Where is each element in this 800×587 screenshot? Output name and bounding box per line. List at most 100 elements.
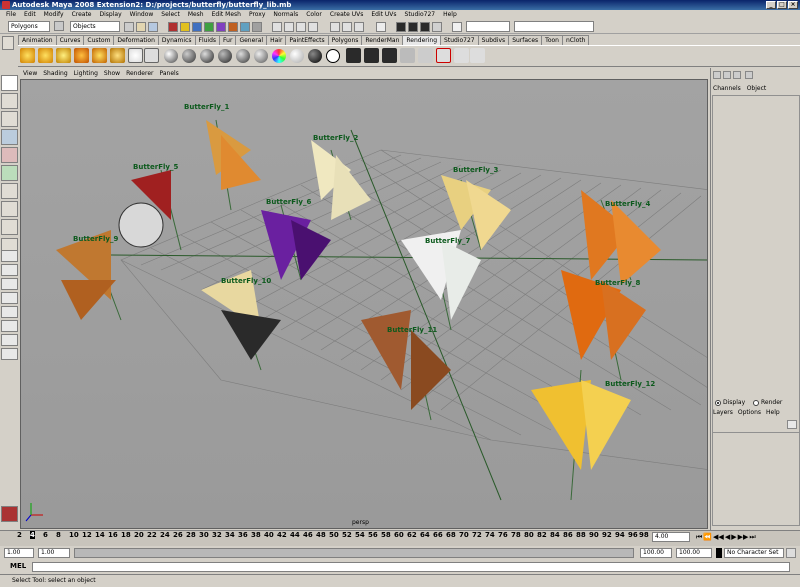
menu-mesh[interactable]: Mesh xyxy=(184,10,208,20)
butterfly-5[interactable] xyxy=(118,169,182,251)
butterfly-10[interactable] xyxy=(201,270,281,371)
panel-menu-renderer[interactable]: Renderer xyxy=(123,68,156,79)
butterfly-2[interactable] xyxy=(311,140,371,221)
shelf-tab-rendering[interactable]: Rendering xyxy=(402,35,442,45)
menu-create-uvs[interactable]: Create UVs xyxy=(326,10,367,20)
use-background-icon[interactable] xyxy=(308,49,322,63)
paint-canvas-icon[interactable] xyxy=(470,48,485,63)
shelf-tab-ncloth[interactable]: nCloth xyxy=(561,35,590,45)
shelf-tab-dynamics[interactable]: Dynamics xyxy=(157,35,196,45)
animation-start-field[interactable]: 1.00 xyxy=(4,548,34,558)
step-back-icon[interactable]: ⏪ xyxy=(703,533,712,542)
material-phonge-icon[interactable] xyxy=(218,49,232,63)
shelf-menu-icon[interactable] xyxy=(2,36,14,50)
light-spot-icon[interactable] xyxy=(20,48,35,63)
channel-options-icon[interactable] xyxy=(745,71,753,79)
shelf-tab-subdivs[interactable]: Subdivs xyxy=(477,35,510,45)
ipr-icon[interactable] xyxy=(364,48,379,63)
layout-dopesheet-icon[interactable] xyxy=(1,348,18,360)
attribute-editor-toggle-icon[interactable] xyxy=(723,71,731,79)
playback-end-field[interactable]: 100.00 xyxy=(640,548,672,558)
butterfly-12[interactable] xyxy=(531,369,631,501)
light-area-icon[interactable] xyxy=(74,48,89,63)
soft-modification-icon[interactable] xyxy=(1,201,18,217)
construction-history-icon[interactable] xyxy=(376,22,386,32)
layout-four-icon[interactable] xyxy=(1,264,18,276)
menu-file[interactable]: File xyxy=(2,10,20,20)
mask-curves-icon[interactable] xyxy=(192,22,202,32)
mode-select[interactable]: Polygons xyxy=(8,21,50,32)
layer-menu-help[interactable]: Help xyxy=(766,409,780,416)
radio-display[interactable] xyxy=(715,399,721,406)
render-layer-icon[interactable] xyxy=(400,48,415,63)
animation-end-field[interactable]: 100.00 xyxy=(676,548,712,558)
shelf-tab-painteffects[interactable]: PaintEffects xyxy=(285,35,329,45)
paint-select-tool-icon[interactable] xyxy=(1,111,18,127)
panel-menu-panels[interactable]: Panels xyxy=(156,68,181,79)
go-to-start-icon[interactable]: ⏮ xyxy=(696,533,702,542)
select-tool-icon[interactable] xyxy=(1,75,18,91)
select-by-component-icon[interactable] xyxy=(148,22,158,32)
menu-create[interactable]: Create xyxy=(68,10,96,20)
shelf-tab-general[interactable]: General xyxy=(235,35,268,45)
mask-surfaces-icon[interactable] xyxy=(204,22,214,32)
key-icon[interactable] xyxy=(786,548,796,558)
panel-menu-view[interactable]: View xyxy=(20,68,40,79)
close-button[interactable]: × xyxy=(788,1,798,9)
surface-shader-icon[interactable] xyxy=(290,49,304,63)
menu-normals[interactable]: Normals xyxy=(269,10,302,20)
menu-edit-uvs[interactable]: Edit UVs xyxy=(367,10,400,20)
render-view-icon[interactable] xyxy=(396,22,406,32)
hypershade-icon[interactable] xyxy=(144,48,159,63)
menu-modify[interactable]: Modify xyxy=(40,10,68,20)
light-volume-icon[interactable] xyxy=(110,48,125,63)
channel-box[interactable] xyxy=(712,95,800,450)
menu-color[interactable]: Color xyxy=(302,10,326,20)
panel-menu-lighting[interactable]: Lighting xyxy=(71,68,101,79)
play-backward-icon[interactable]: ◀ xyxy=(725,533,730,542)
new-scene-icon[interactable] xyxy=(54,21,64,31)
layer-menu-options[interactable]: Options xyxy=(738,409,761,416)
new-layer-icon[interactable] xyxy=(787,420,797,429)
menu-select[interactable]: Select xyxy=(157,10,184,20)
panel-menu-show[interactable]: Show xyxy=(101,68,123,79)
mel-label[interactable]: MEL xyxy=(10,562,26,570)
shader-library-icon[interactable] xyxy=(454,48,469,63)
menu-edit[interactable]: Edit xyxy=(20,10,40,20)
history-icon[interactable] xyxy=(330,22,340,32)
shelf-tab-studio727[interactable]: Studio727 xyxy=(440,35,479,45)
snap-view-plane-icon[interactable] xyxy=(308,22,318,32)
material-lambert-icon[interactable] xyxy=(182,49,196,63)
layout-persp-outliner-icon[interactable] xyxy=(1,278,18,290)
channel-box-tab-channels[interactable]: Channels xyxy=(713,85,741,92)
shelf-tab-polygons[interactable]: Polygons xyxy=(327,35,363,45)
shelf-tab-deformation[interactable]: Deformation xyxy=(113,35,159,45)
input-line-menu-icon[interactable] xyxy=(452,22,462,32)
input-ops-icon[interactable] xyxy=(342,22,352,32)
select-by-object-icon[interactable] xyxy=(136,22,146,32)
menu-studio727[interactable]: Studio727 xyxy=(401,10,440,20)
minimize-button[interactable]: _ xyxy=(766,1,776,9)
show-manipulator-icon[interactable] xyxy=(1,219,18,235)
perspective-viewport[interactable]: ButterFly_1 ButterFly_2 ButterFly_3 Butt… xyxy=(20,79,708,529)
tool-settings-toggle-icon[interactable] xyxy=(733,71,741,79)
shelf-tab-curves[interactable]: Curves xyxy=(55,35,85,45)
layout-single-icon[interactable] xyxy=(1,250,18,262)
shelf-tab-fur[interactable]: Fur xyxy=(219,35,237,45)
channel-box-toggle-icon[interactable] xyxy=(713,71,721,79)
material-anisotropic-icon[interactable] xyxy=(236,49,250,63)
shelf-tab-animation[interactable]: Animation xyxy=(18,35,57,45)
snap-point-icon[interactable] xyxy=(296,22,306,32)
panel-menu-shading[interactable]: Shading xyxy=(40,68,70,79)
step-forward-key-icon[interactable]: ▶▶ xyxy=(738,533,749,542)
layer-render-radio[interactable]: Render xyxy=(753,399,782,406)
rotate-tool-icon[interactable] xyxy=(1,147,18,163)
snap-curve-icon[interactable] xyxy=(284,22,294,32)
material-layered-icon[interactable] xyxy=(254,49,268,63)
mask-rendering-icon[interactable] xyxy=(240,22,250,32)
time-slider[interactable]: 2 4 6 8 10 12 14 16 18 20 22 24 26 28 30… xyxy=(0,530,800,546)
light-ambient-icon[interactable] xyxy=(56,48,71,63)
menu-window[interactable]: Window xyxy=(126,10,158,20)
mask-dynamics-icon[interactable] xyxy=(228,22,238,32)
menu-display[interactable]: Display xyxy=(96,10,126,20)
